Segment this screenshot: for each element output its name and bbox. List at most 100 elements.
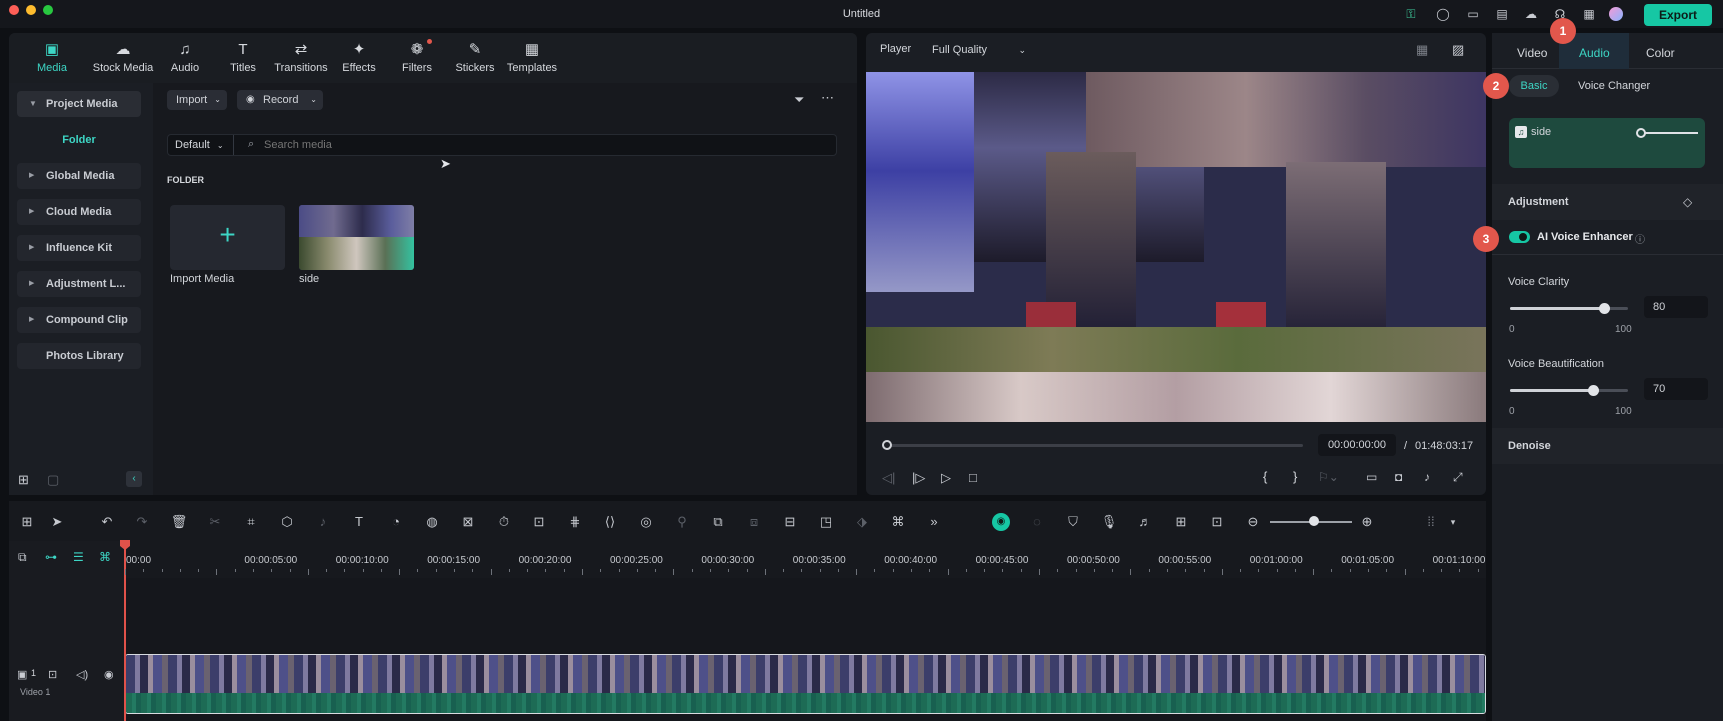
audio-detach-icon[interactable]: ♪ bbox=[314, 513, 332, 531]
split-icon[interactable]: ⟨⟩ bbox=[601, 513, 619, 531]
record-dropdown[interactable]: ◉ Record ⌄ bbox=[237, 90, 323, 110]
tab-audio[interactable]: ♫ Audio bbox=[153, 41, 217, 74]
clip-volume-track[interactable] bbox=[1642, 132, 1698, 134]
current-time[interactable]: 00:00:00:00 bbox=[1318, 434, 1396, 456]
motion-icon[interactable]: ⚲ bbox=[673, 513, 691, 531]
text-icon[interactable]: T bbox=[350, 513, 368, 531]
snapshot-image-icon[interactable]: ▨ bbox=[1452, 42, 1464, 58]
eye-icon[interactable]: ◉ bbox=[104, 668, 114, 681]
camera-icon[interactable]: ◘ bbox=[1395, 470, 1402, 484]
microphone-icon[interactable]: 🎙 bbox=[1100, 513, 1118, 531]
import-media-tile[interactable]: + bbox=[170, 205, 285, 270]
screen-record-icon[interactable]: ⊞ bbox=[1172, 513, 1190, 531]
voice-clarity-value[interactable]: 80 bbox=[1644, 296, 1708, 318]
sidebar-item-influence-kit[interactable]: ▶ Influence Kit bbox=[17, 235, 141, 261]
effects-clip-icon[interactable]: ⧈ bbox=[745, 513, 763, 531]
select-tool-icon[interactable]: ➤ bbox=[48, 513, 66, 531]
tab-video[interactable]: Video bbox=[1517, 46, 1547, 60]
stop-icon[interactable]: □ bbox=[969, 470, 977, 485]
music-list-icon[interactable]: ♬ bbox=[1136, 513, 1154, 531]
display-icon[interactable]: ▭ bbox=[1366, 470, 1377, 484]
undo-icon[interactable]: ↶ bbox=[98, 513, 116, 531]
more-options-icon[interactable]: ⋯ bbox=[821, 90, 834, 106]
voice-beautification-knob[interactable] bbox=[1587, 385, 1599, 396]
layout-icon[interactable]: ⁞⁞ bbox=[1422, 513, 1440, 531]
ai-assistant-icon[interactable]: ◉ bbox=[992, 513, 1010, 531]
layout-grid-icon[interactable]: ⊞ bbox=[18, 513, 36, 531]
sidebar-item-cloud-media[interactable]: ▶ Cloud Media bbox=[17, 199, 141, 225]
sidebar-item-folder[interactable]: Folder bbox=[17, 127, 141, 153]
shield-icon[interactable]: ⛉ bbox=[1064, 513, 1082, 531]
folder-icon[interactable]: ▢ bbox=[47, 472, 59, 488]
tab-color[interactable]: Color bbox=[1646, 46, 1675, 60]
sidebar-item-global-media[interactable]: ▶ Global Media bbox=[17, 163, 141, 189]
chevron-down-icon[interactable]: ▾ bbox=[1444, 513, 1462, 531]
color-palette-icon[interactable]: ◍ bbox=[423, 513, 441, 531]
speed-icon[interactable]: ◔ bbox=[387, 513, 405, 531]
video-clip[interactable] bbox=[125, 654, 1486, 714]
marker-icon[interactable]: ⚐⌄ bbox=[1318, 470, 1339, 484]
record-status-icon[interactable]: ◯ bbox=[1435, 6, 1451, 22]
media-thumbnail-side[interactable] bbox=[299, 205, 414, 270]
play-icon[interactable]: ▷ bbox=[941, 470, 951, 486]
import-dropdown[interactable]: Import ⌄ bbox=[167, 90, 227, 110]
previous-frame-icon[interactable]: ◁| bbox=[882, 470, 895, 486]
scissors-icon[interactable]: ✂ bbox=[206, 513, 224, 531]
avatar[interactable] bbox=[1609, 7, 1623, 21]
caption-icon[interactable]: ⊡ bbox=[1208, 513, 1226, 531]
playback-scrubber[interactable] bbox=[882, 440, 892, 450]
link-icon[interactable]: ⊶ bbox=[45, 550, 57, 564]
step-back-icon[interactable]: |▷ bbox=[912, 470, 925, 486]
mark-out-button[interactable]: } bbox=[1293, 469, 1297, 484]
clip-volume-knob[interactable] bbox=[1636, 128, 1646, 138]
sidebar-item-adjustment-layer[interactable]: ▶ Adjustment L... bbox=[17, 271, 141, 297]
tab-templates[interactable]: ▦ Templates bbox=[500, 41, 564, 74]
cloud-upload-icon[interactable]: ☁ bbox=[1523, 6, 1539, 22]
keyframe-diamond-icon[interactable]: ◇ bbox=[1683, 195, 1692, 209]
tab-effects[interactable]: ✦ Effects bbox=[327, 41, 391, 74]
search-input[interactable] bbox=[264, 136, 824, 154]
grid-view-icon[interactable]: ▦ bbox=[1416, 42, 1428, 58]
zoom-slider-knob[interactable] bbox=[1309, 516, 1319, 526]
chroma-icon[interactable]: ⬗ bbox=[853, 513, 871, 531]
new-folder-icon[interactable]: ⊞ bbox=[18, 472, 29, 488]
monitor-icon[interactable]: ▭ bbox=[1465, 6, 1481, 22]
crop-zoom-icon[interactable]: ◳ bbox=[817, 513, 835, 531]
redo-icon[interactable]: ↷ bbox=[133, 513, 151, 531]
stabilize-icon[interactable]: ⊠ bbox=[459, 513, 477, 531]
zoom-out-icon[interactable]: ⊖ bbox=[1244, 513, 1262, 531]
tab-media[interactable]: ▣ Media bbox=[20, 41, 84, 74]
translate-icon[interactable]: ⌘ bbox=[889, 513, 907, 531]
quality-dropdown[interactable]: Full Quality ⌄ bbox=[924, 39, 1032, 61]
video-preview[interactable] bbox=[866, 72, 1486, 422]
render-icon[interactable]: ◌ bbox=[1028, 513, 1046, 531]
tab-stickers[interactable]: ✎ Stickers bbox=[443, 41, 507, 74]
sidebar-item-photos-library[interactable]: Photos Library bbox=[17, 343, 141, 369]
save-icon[interactable]: ▤ bbox=[1494, 6, 1510, 22]
fullscreen-icon[interactable]: ⤢ bbox=[1453, 470, 1463, 485]
sort-dropdown[interactable]: Default ⌄ bbox=[168, 135, 234, 155]
magnet-icon[interactable]: ⌘ bbox=[99, 550, 111, 564]
apps-grid-icon[interactable]: ▦ bbox=[1581, 6, 1597, 22]
tab-audio[interactable]: Audio bbox=[1579, 46, 1610, 60]
track-list-icon[interactable]: ☰ bbox=[73, 550, 84, 564]
help-icon[interactable]: ⓘ bbox=[1635, 231, 1645, 246]
sidebar-item-project-media[interactable]: ▼ Project Media bbox=[17, 91, 141, 117]
tag-icon[interactable]: ⬡ bbox=[278, 513, 296, 531]
export-button[interactable]: Export bbox=[1644, 4, 1712, 26]
filter-icon[interactable]: ⏷ bbox=[794, 92, 804, 108]
mask-icon[interactable]: ◎ bbox=[637, 513, 655, 531]
subtab-voice-changer[interactable]: Voice Changer bbox=[1578, 80, 1650, 92]
subtab-basic[interactable]: Basic bbox=[1509, 75, 1559, 97]
volume-icon[interactable]: ♪ bbox=[1424, 470, 1430, 484]
add-track-icon[interactable]: ⧉ bbox=[18, 550, 27, 565]
timer-icon[interactable]: ⏱ bbox=[495, 513, 513, 531]
delete-icon[interactable]: 🗑 bbox=[170, 513, 188, 531]
gift-icon[interactable]: ⚿ bbox=[1403, 6, 1419, 22]
tab-filters[interactable]: ❁ Filters bbox=[385, 39, 449, 74]
collapse-sidebar-icon[interactable]: ‹ bbox=[126, 471, 142, 487]
auto-reframe-icon[interactable]: ⊡ bbox=[530, 513, 548, 531]
mark-in-button[interactable]: { bbox=[1263, 469, 1267, 484]
voice-beautification-value[interactable]: 70 bbox=[1644, 378, 1708, 400]
speaker-icon[interactable]: ◁) bbox=[76, 668, 88, 681]
